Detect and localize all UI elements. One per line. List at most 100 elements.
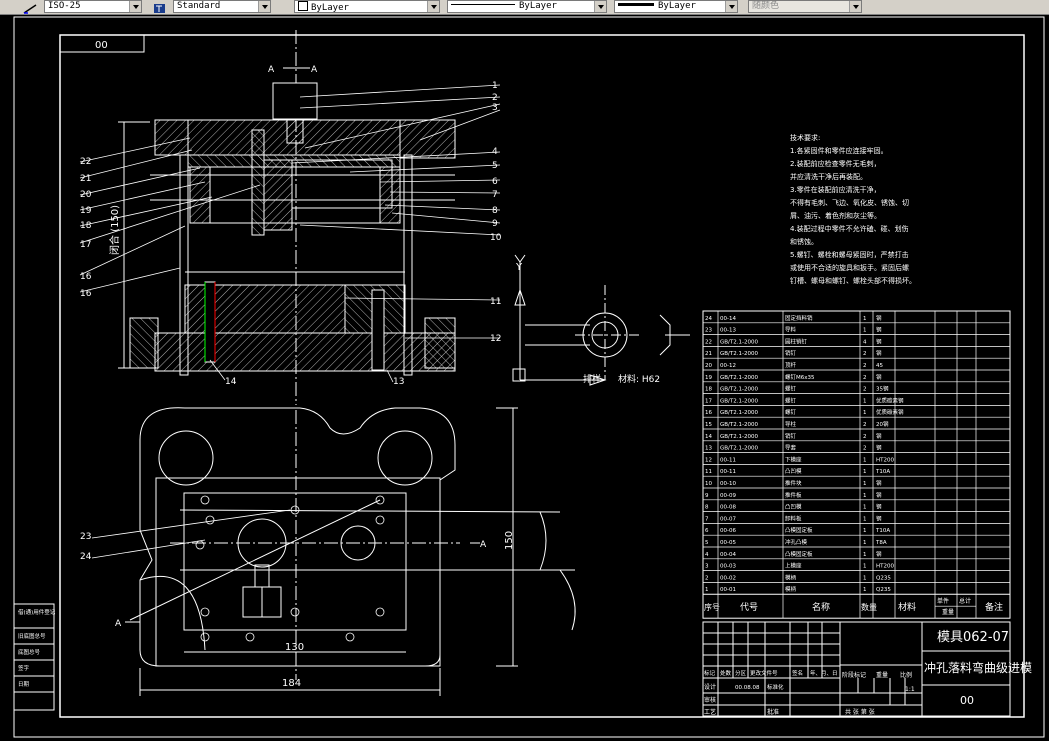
linetype-value: ByLayer [519,1,557,11]
bom-cell: 凸凹模 [785,503,802,511]
bom-cell: 2 [705,575,709,581]
tech-req-line: 钉槽、螺母和螺钉、螺栓头部不得损坏。 [790,276,916,285]
bom-cell: 4 [705,552,709,558]
review-label: 审核 [704,696,716,704]
bom-cell: 1 [863,469,867,475]
top-leaders [91,509,291,559]
bom-header-cell: 数量 [861,602,877,612]
callout-11: 11 [490,297,501,307]
linetype-select[interactable]: ByLayer [447,0,607,13]
dimension-style-select[interactable]: ISO-25 [44,0,142,13]
screw-holes [195,495,385,642]
callout-10: 10 [490,233,502,243]
bom-cell: 24 [705,316,712,322]
bom-cell: 00-12 [720,363,736,369]
bom-cell: 圆柱销钉 [785,337,808,345]
lineweight-preview-icon [618,3,654,6]
tech-req-line: 1.各紧固件和零件应连接牢固。 [790,146,888,155]
callout-5: 5 [492,161,498,171]
dim-184: 184 [282,678,301,689]
bom-cell: 23 [705,328,712,334]
callout-6: 6 [492,177,498,187]
tb-row-label: 年、月、日 [810,669,838,677]
callout-21: 21 [80,174,91,184]
bom-cell: GB/T2.1-2000 [720,387,758,393]
bom-cell: 固定挡料销 [785,314,813,322]
bom-cell: 18 [705,387,712,393]
process-label: 工艺 [704,708,716,716]
tb-row-label: 更改文件号 [750,669,778,677]
bom-cell: 1 [705,587,709,593]
chevron-down-icon[interactable] [594,1,606,12]
lineweight-select[interactable]: ByLayer [614,0,738,13]
bom-cell: 00-01 [720,587,736,593]
margin-label: 旧底图总号 [18,632,46,640]
bom-cell: 00-07 [720,516,736,522]
callout-9: 9 [492,219,498,229]
tech-req-line: 2.装配前应检查零件无毛刺， [790,159,881,168]
bom-cell: 21 [705,351,712,357]
bom-cell: 钢 [876,337,882,345]
bom-cell: 45 [876,363,883,369]
bom-cell: 2 [863,351,867,357]
tech-req-line: 不得有毛刺、飞边、氧化皮、锈蚀、切 [790,198,909,207]
dimension-style-value: ISO-25 [48,1,81,11]
tech-req-line: 或使用不合适的旋具和扳手。紧固后螺 [790,263,909,272]
left-margin-table [13,603,55,711]
callout-24: 24 [80,552,92,562]
chevron-down-icon[interactable] [427,1,439,12]
bom-cell: 20钢 [876,420,889,428]
callout-4: 4 [492,147,498,157]
bom-header-cell: 总计 [959,597,971,605]
bom-cell: 模柄 [785,585,797,593]
bom-cell: 2 [863,375,867,381]
bom-cell: 钢 [876,349,882,357]
bom-cell: 钢 [876,491,882,499]
bom-cell: GB/T2.1-2000 [720,434,758,440]
bom-cell: HT200 [876,457,894,463]
bom-cell: GB/T2.1-2000 [720,339,758,345]
text-style-icon[interactable] [152,0,168,13]
drawing-canvas[interactable]: 00 借(通)用件登记 旧底图总号 底图总号 签字 日期 闭合 (150) A … [0,15,1049,741]
section-label-a-left: A [268,65,275,75]
front-section-view [118,30,456,405]
bom-cell: 1 [863,516,867,522]
bom-cell: Q235 [876,575,891,581]
bom-cell: 2 [863,422,867,428]
linetype-preview-icon [451,4,515,5]
bom-cell: 1 [863,587,867,593]
color-value: ByLayer [311,3,349,13]
bom-cell: 00-02 [720,575,736,581]
chevron-down-icon[interactable] [129,1,141,12]
color-select[interactable]: ByLayer [294,0,440,13]
callout-12: 12 [490,334,501,344]
callout-1: 1 [492,81,498,91]
bom-cell: 35钢 [876,385,889,393]
dim-130: 130 [285,642,304,653]
section-mark-a-right: A [480,540,487,550]
dim-150: 150 [504,531,515,550]
bom-cell: 1 [863,528,867,534]
drawing-code: 00 [960,694,974,707]
tech-req-line: 并应清洗干净后再装配。 [790,172,867,181]
bom-header-cell: 备注 [985,601,1003,613]
bom-cell: 1 [863,481,867,487]
bom-cell: 6 [705,528,709,534]
text-style-select[interactable]: Standard [173,0,271,13]
bom-cell: 下模座 [785,455,802,463]
bom-cell: 11 [705,469,712,475]
dimension-style-icon[interactable] [22,0,38,14]
chevron-down-icon[interactable] [258,1,270,12]
bom-cell: 1 [863,564,867,570]
chevron-down-icon[interactable] [725,1,737,12]
bom-cell: 螺钉 [785,408,797,416]
bom-cell: 1 [863,316,867,322]
bill-of-materials: 24 00-14 固定挡料销 1 钢23 00-13 导料 1 钢22 GB/T2.1-2000 圆… [702,310,1011,619]
scale-value: 1:1 [905,686,915,693]
bom-cell: GB/T2.1-2000 [720,398,758,404]
drawing-number: 模具062-07 [937,630,1009,645]
bom-cell: 推件板 [785,491,802,499]
bom-cell: 2 [863,387,867,393]
bom-cell: GB/T2.1-2000 [720,446,758,452]
bom-cell: T10A [875,528,890,534]
